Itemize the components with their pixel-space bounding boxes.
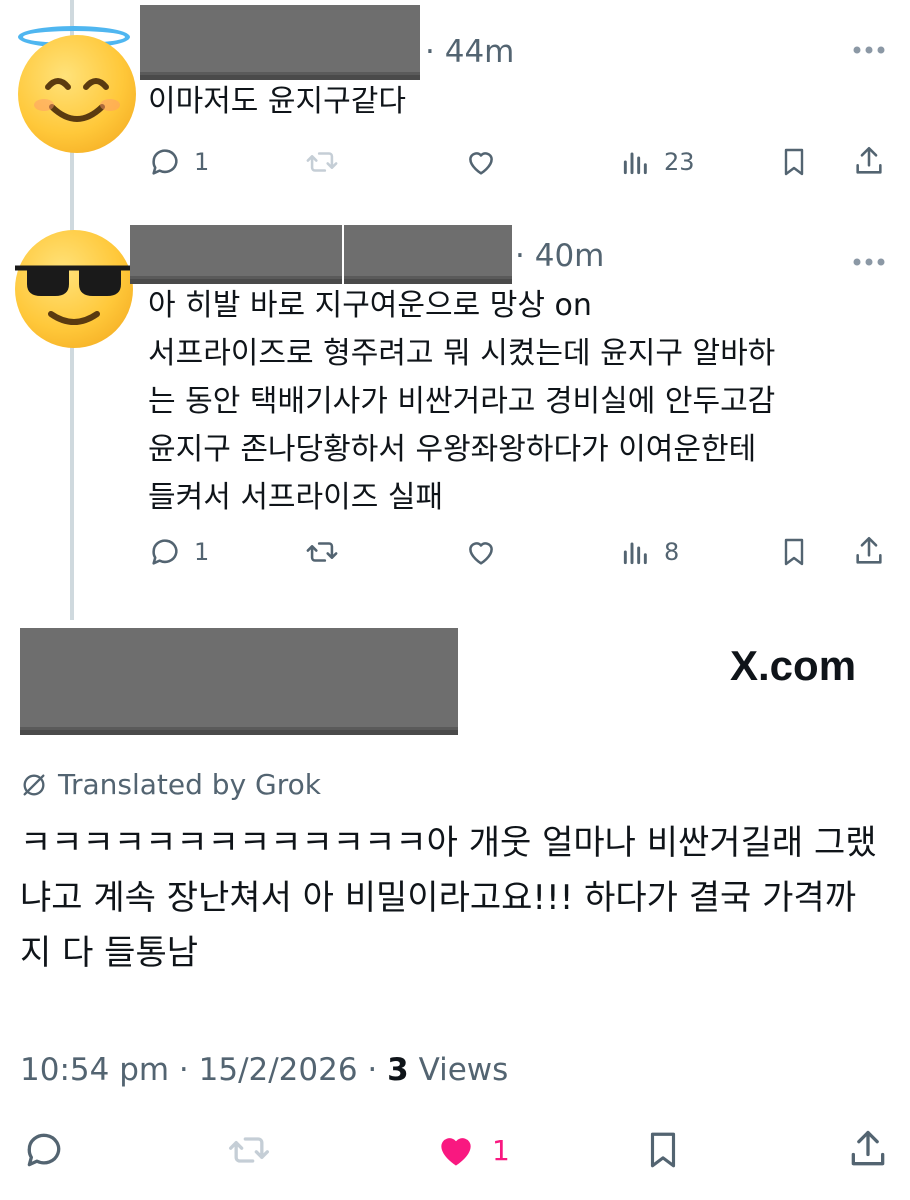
reply-button[interactable]: 1 [148, 145, 209, 179]
post-text: ㅋㅋㅋㅋㅋㅋㅋㅋㅋㅋㅋㅋㅋ아 개웃 얼마나 비싼거길래 그랬냐고 계속 장난쳐서… [20, 823, 877, 973]
repost-icon [306, 152, 338, 172]
share-icon [856, 146, 882, 174]
reply-icon [152, 539, 178, 565]
avatar-sunglasses[interactable] [15, 230, 133, 348]
bookmark-button[interactable] [778, 145, 810, 179]
more-icon[interactable] [852, 40, 886, 59]
like-icon [469, 152, 493, 175]
reply-count: 1 [194, 148, 210, 176]
like-icon [469, 542, 493, 565]
views-count: 23 [664, 148, 695, 176]
share-icon [851, 1130, 885, 1166]
share-button[interactable] [846, 1126, 890, 1172]
views-count: 8 [664, 538, 680, 566]
reply-text: 이마저도 윤지구같다 [148, 84, 406, 119]
share-icon [856, 536, 882, 564]
like-button[interactable] [463, 535, 499, 569]
repost-icon [229, 1137, 269, 1163]
bookmark-icon [784, 538, 804, 566]
source-watermark: X.com [730, 642, 857, 689]
views-icon [623, 152, 647, 175]
bookmark-button[interactable] [778, 535, 810, 569]
repost-button[interactable] [303, 535, 341, 569]
redacted-handle [344, 225, 512, 279]
reply-button[interactable]: 1 [148, 535, 209, 569]
views-icon [623, 542, 647, 565]
reply-time: · 40m [515, 238, 605, 274]
post-timestamp: 10:54 pm · 15/2/2026 · 3 Views [20, 1052, 509, 1088]
translated-label: Translated by Grok [58, 768, 321, 801]
reply-icon [27, 1133, 61, 1167]
bookmark-button[interactable] [642, 1128, 684, 1172]
reply-button[interactable] [22, 1128, 66, 1172]
reply-time: · 44m [425, 34, 515, 70]
like-count: 1 [492, 1133, 510, 1167]
reply-icon [152, 149, 178, 175]
reply-text: 아 히발 바로 지구여운으로 망상 on 서프라이즈로 형주려고 뭐 시켰는데 … [148, 288, 776, 515]
like-button[interactable] [463, 145, 499, 179]
translate-icon [23, 774, 45, 795]
more-icon[interactable] [852, 252, 886, 271]
smiling-face-icon [34, 78, 120, 122]
bookmark-icon [784, 148, 804, 176]
views-button[interactable]: 8 [620, 535, 679, 569]
redacted-username [140, 5, 420, 75]
like-button[interactable]: 1 [432, 1128, 510, 1172]
like-icon [441, 1138, 471, 1166]
share-button[interactable] [852, 143, 886, 179]
share-button[interactable] [852, 533, 886, 569]
redacted-username [130, 225, 342, 279]
repost-button[interactable] [224, 1128, 274, 1172]
bookmark-icon [650, 1132, 676, 1168]
views-button[interactable]: 23 [620, 145, 695, 179]
avatar-smiling-halo[interactable] [18, 35, 136, 153]
sunglasses-face-icon [15, 265, 133, 325]
reply-count: 1 [194, 538, 210, 566]
repost-button[interactable] [303, 145, 341, 179]
repost-icon [306, 542, 338, 562]
views-total[interactable]: 3 [387, 1052, 409, 1088]
redacted-author [20, 628, 458, 730]
translated-by[interactable]: Translated by Grok [20, 768, 321, 801]
